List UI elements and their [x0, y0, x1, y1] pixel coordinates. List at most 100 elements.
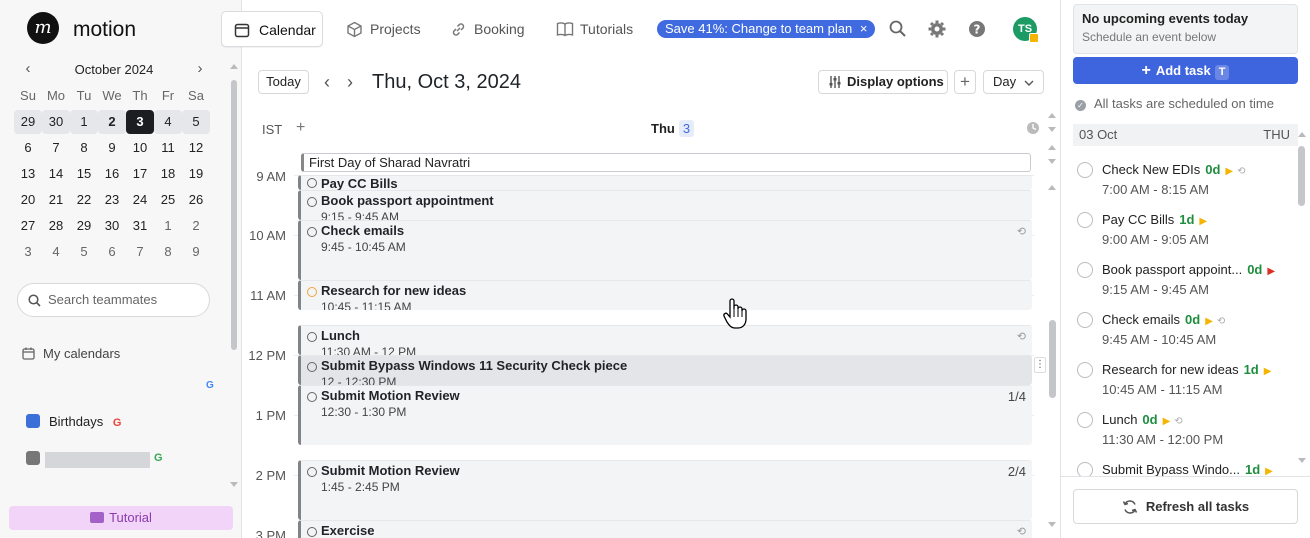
mini-calendar-day[interactable]: 28 — [42, 214, 70, 238]
task-status-icon[interactable] — [307, 362, 317, 372]
user-avatar[interactable]: TS — [1013, 17, 1039, 43]
task-status-icon[interactable] — [307, 287, 317, 297]
calendar-event[interactable]: Check emails 9:45 - 10:45 AM ⟲ — [298, 220, 1032, 280]
mini-calendar-day[interactable]: 8 — [70, 136, 98, 160]
day-view-grid[interactable]: 9 AM 10 AM 11 AM 12 PM 1 PM 2 PM 3 PM Pa… — [242, 150, 1060, 538]
mini-calendar-day[interactable]: 29 — [14, 110, 42, 134]
task-status-icon[interactable] — [307, 227, 317, 237]
mini-calendar-day[interactable]: 7 — [42, 136, 70, 160]
mini-calendar-day[interactable]: 9 — [182, 240, 210, 264]
mini-calendar-day[interactable]: 22 — [70, 188, 98, 212]
mini-calendar-day[interactable]: 29 — [70, 214, 98, 238]
scroll-down-icon[interactable] — [1298, 458, 1306, 463]
mini-calendar-day[interactable]: 5 — [70, 240, 98, 264]
mini-calendar-day[interactable]: 15 — [70, 162, 98, 186]
task-checkbox[interactable] — [1077, 162, 1093, 178]
calendar-event[interactable]: Book passport appointment 9:15 - 9:45 AM — [298, 190, 1032, 220]
task-list-scroll-thumb[interactable] — [1298, 146, 1305, 206]
tutorial-button[interactable]: Tutorial — [9, 506, 233, 530]
calendar-event[interactable]: Research for new ideas 10:45 - 11:15 AM — [298, 280, 1032, 310]
sidebar-scroll-thumb[interactable] — [231, 80, 237, 350]
scroll-up-icon[interactable] — [1298, 132, 1306, 137]
scroll-down-icon[interactable] — [1048, 127, 1056, 132]
task-checkbox[interactable] — [1077, 362, 1093, 378]
mini-calendar-next-button[interactable]: › — [190, 60, 210, 80]
tab-booking[interactable]: Booking — [444, 11, 525, 47]
task-status-icon[interactable] — [307, 392, 317, 402]
mini-calendar-day[interactable]: 1 — [70, 110, 98, 134]
my-calendars-section[interactable]: My calendars — [22, 346, 120, 361]
add-timezone-button[interactable]: + — [296, 119, 305, 137]
mini-calendar-day[interactable]: 31 — [126, 214, 154, 238]
search-icon[interactable] — [888, 19, 908, 39]
today-button[interactable]: Today — [258, 70, 309, 94]
calendar-birthdays[interactable]: Birthdays G — [26, 414, 121, 429]
calendar-event[interactable]: Submit Bypass Windows 11 Security Check … — [298, 355, 1032, 385]
search-teammates-input[interactable]: Search teammates — [17, 283, 210, 317]
mini-calendar-day[interactable]: 2 — [182, 214, 210, 238]
mini-calendar-day[interactable]: 23 — [98, 188, 126, 212]
prev-day-button[interactable]: ‹ — [324, 72, 330, 93]
scroll-down-icon[interactable] — [230, 482, 238, 487]
upgrade-promo-badge[interactable]: Save 41%: Change to team plan × — [657, 20, 876, 38]
task-status-icon[interactable] — [307, 197, 317, 207]
mini-calendar-day[interactable]: 19 — [182, 162, 210, 186]
task-checkbox[interactable] — [1077, 462, 1093, 476]
mini-calendar-day[interactable]: 16 — [98, 162, 126, 186]
mini-calendar-day[interactable]: 20 — [14, 188, 42, 212]
mini-calendar-day[interactable]: 2 — [98, 110, 126, 134]
mini-calendar-day[interactable]: 25 — [154, 188, 182, 212]
mini-calendar-day[interactable]: 7 — [126, 240, 154, 264]
task-status-icon[interactable] — [307, 178, 317, 188]
mini-calendar-day[interactable]: 6 — [14, 136, 42, 160]
mini-calendar-day[interactable]: 21 — [42, 188, 70, 212]
mini-calendar-day[interactable]: 24 — [126, 188, 154, 212]
mini-calendar-day[interactable]: 18 — [154, 162, 182, 186]
all-day-event[interactable]: First Day of Sharad Navratri — [301, 153, 1031, 172]
tab-calendar[interactable]: Calendar — [221, 11, 323, 47]
task-item[interactable]: Book passport appoint... 0d ▶ 9:15 AM - 9:… — [1073, 248, 1298, 298]
mini-calendar-day[interactable]: 5 — [182, 110, 210, 134]
mini-calendar-day[interactable]: 3 — [14, 240, 42, 264]
refresh-all-tasks-button[interactable]: Refresh all tasks — [1073, 489, 1298, 524]
mini-calendar-day-selected[interactable]: 3 — [126, 110, 154, 134]
task-status-icon[interactable] — [307, 527, 317, 537]
mini-calendar-day[interactable]: 14 — [42, 162, 70, 186]
gear-icon[interactable] — [927, 19, 947, 39]
task-checkbox[interactable] — [1077, 212, 1093, 228]
add-event-button[interactable]: + — [954, 70, 976, 94]
task-item[interactable]: Research for new ideas 1d ▶ 10:45 AM - 11:… — [1073, 348, 1298, 398]
task-checkbox[interactable] — [1077, 412, 1093, 428]
mini-calendar-day[interactable]: 11 — [154, 136, 182, 160]
next-day-button[interactable]: › — [347, 72, 353, 93]
display-options-button[interactable]: Display options — [818, 70, 948, 94]
task-checkbox[interactable] — [1077, 312, 1093, 328]
mini-calendar-day[interactable]: 30 — [98, 214, 126, 238]
task-status-icon[interactable] — [307, 467, 317, 477]
help-icon[interactable]: ? — [967, 19, 987, 39]
motion-logo[interactable]: m — [27, 12, 59, 44]
task-item[interactable]: Check emails 0d ▶ ⟲ 9:45 AM - 10:45 AM — [1073, 298, 1298, 348]
task-item[interactable]: Lunch 0d ▶ ⟲ 11:30 AM - 12:00 PM — [1073, 398, 1298, 448]
mini-calendar-day[interactable]: 27 — [14, 214, 42, 238]
scroll-up-icon[interactable] — [230, 64, 238, 69]
calendar-event[interactable]: Exercise ⟲ — [298, 520, 1032, 538]
mini-calendar-day[interactable]: 30 — [42, 110, 70, 134]
mini-calendar-day[interactable]: 4 — [42, 240, 70, 264]
calendar-event[interactable]: Submit Motion Review 1:45 - 2:45 PM 2/4 — [298, 460, 1032, 520]
more-options-icon[interactable]: ⋮ — [1034, 357, 1046, 373]
close-icon[interactable]: × — [860, 21, 868, 36]
mini-calendar-day[interactable]: 26 — [182, 188, 210, 212]
tab-projects[interactable]: Projects — [340, 11, 421, 47]
calendar-event[interactable]: Lunch 11:30 AM - 12 PM ⟲ — [298, 325, 1032, 355]
mini-calendar-day[interactable]: 17 — [126, 162, 154, 186]
task-checkbox[interactable] — [1077, 262, 1093, 278]
task-item[interactable]: Pay CC Bills 1d ▶ 9:00 AM - 9:05 AM — [1073, 198, 1298, 248]
scroll-up-icon[interactable] — [1048, 113, 1056, 118]
task-status-icon[interactable] — [307, 332, 317, 342]
clock-icon[interactable] — [1026, 121, 1040, 135]
task-item[interactable]: Submit Bypass Windo... 1d ▶ — [1073, 448, 1298, 476]
mini-calendar-day[interactable]: 8 — [154, 240, 182, 264]
calendar-event[interactable]: Pay CC Bills — [298, 175, 1032, 190]
view-select[interactable]: Day — [983, 70, 1044, 94]
